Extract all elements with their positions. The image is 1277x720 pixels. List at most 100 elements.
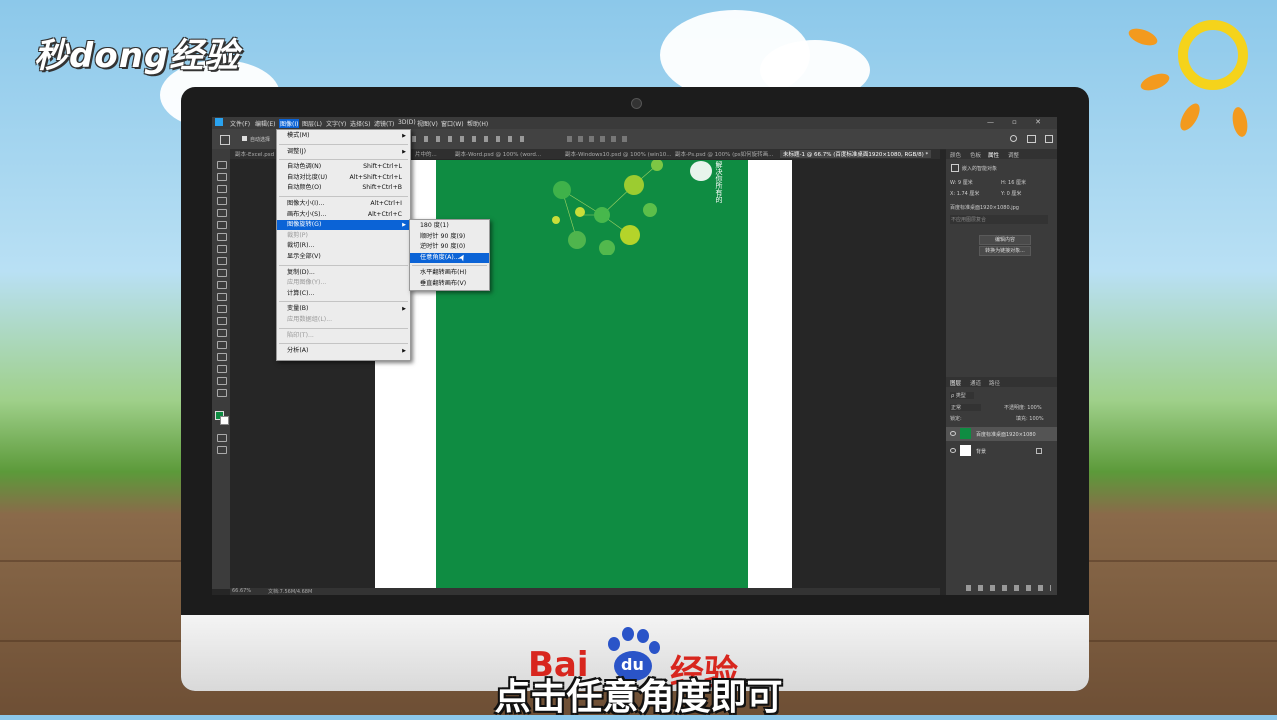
auto-select-checkbox[interactable]: [242, 136, 247, 141]
share-icon[interactable]: [1045, 135, 1053, 143]
image-menu-item[interactable]: 图像大小(I)... Alt+Ctrl+I: [277, 199, 410, 209]
image-menu-item[interactable]: 自动对比度(U) Alt+Shift+Ctrl+L: [277, 173, 410, 183]
menu-separator: [279, 301, 408, 303]
image-menu-item[interactable]: 画布大小(S)... Alt+Ctrl+C: [277, 210, 410, 220]
crop-tool-icon[interactable]: [217, 209, 227, 217]
menu-item-label: 图像大小(I)...: [287, 200, 325, 207]
image-menu-item[interactable]: 调整(J) ▶: [277, 147, 410, 157]
window-controls[interactable]: — ▫ ✕: [987, 118, 1049, 126]
layer-row-wallpaper[interactable]: 百度标准桌面1920×1080: [946, 427, 1057, 441]
tab-swatches[interactable]: 色板: [970, 151, 981, 159]
image-menu-item[interactable]: 变量(B) ▶: [277, 304, 410, 314]
menu-separator: [279, 143, 408, 145]
menu-item-label: 复制(D)...: [287, 268, 315, 276]
blur-tool-icon[interactable]: [217, 305, 227, 313]
quick-mask-icon[interactable]: [217, 434, 227, 442]
gradient-tool-icon[interactable]: [217, 293, 227, 301]
rotate-submenu-item[interactable]: 顺时针 90 度(9): [410, 232, 489, 242]
image-menu-item[interactable]: 复制(D)...: [277, 268, 410, 278]
image-menu-item[interactable]: 显示全部(V): [277, 252, 410, 262]
layers-footer-icons[interactable]: [966, 585, 1051, 591]
tab-properties[interactable]: 属性: [988, 151, 999, 159]
path-select-tool-icon[interactable]: [217, 353, 227, 361]
edit-contents-button[interactable]: 编辑内容: [979, 235, 1031, 245]
healing-tool-icon[interactable]: [217, 233, 227, 241]
image-menu-item[interactable]: 模式(M) ▶: [277, 131, 410, 141]
smart-object-icon: [951, 164, 959, 172]
move-tool-icon[interactable]: [217, 161, 227, 169]
image-menu-item: 应用图像(Y)...: [277, 278, 410, 288]
menu-layer[interactable]: 图层(L): [302, 119, 322, 128]
menu-window[interactable]: 窗口(W): [441, 119, 464, 128]
search-icon[interactable]: [1010, 135, 1017, 142]
submenu-arrow-icon: ▶: [402, 222, 406, 229]
eye-icon[interactable]: [950, 431, 956, 436]
move-tool-icon[interactable]: [220, 135, 230, 145]
menu-select[interactable]: 选择(S): [350, 119, 371, 128]
lasso-tool-icon[interactable]: [217, 185, 227, 193]
image-menu-item[interactable]: 分析(A) ▶: [277, 346, 410, 356]
image-menu-item[interactable]: 自动颜色(O) Shift+Ctrl+B: [277, 183, 410, 193]
layer-comp-select[interactable]: 不应用图层复合: [950, 215, 1048, 224]
blend-mode-select[interactable]: 正常: [950, 404, 982, 411]
align-icons[interactable]: [412, 136, 532, 142]
height-field[interactable]: H: 16 厘米: [1001, 179, 1026, 186]
width-field[interactable]: W: 9 厘米: [950, 179, 973, 186]
eye-icon[interactable]: [950, 448, 956, 453]
tab-channels[interactable]: 通道: [970, 379, 981, 387]
doc-size: 文档:7.56M/4.68M: [268, 589, 313, 595]
tab-adjustments[interactable]: 调整: [1008, 151, 1019, 159]
tab-windows10[interactable]: 副本-Windows10.psd @ 100% (win10...: [565, 150, 672, 158]
eraser-tool-icon[interactable]: [217, 281, 227, 289]
marquee-tool-icon[interactable]: [217, 173, 227, 181]
menu-help[interactable]: 帮助(H): [467, 119, 488, 128]
convert-linked-button[interactable]: 转换为链接对象...: [979, 246, 1031, 256]
menu-filter[interactable]: 滤镜(T): [374, 119, 394, 128]
rotate-submenu-item[interactable]: 逆时针 90 度(0): [410, 242, 489, 252]
rotate-submenu-item[interactable]: 180 度(1): [410, 221, 489, 231]
background-color-swatch[interactable]: [220, 416, 229, 425]
x-field[interactable]: X: 1.74 厘米: [950, 190, 979, 197]
menu-3d[interactable]: 3D(D): [398, 119, 416, 126]
stamp-tool-icon[interactable]: [217, 257, 227, 265]
history-brush-tool-icon[interactable]: [217, 269, 227, 277]
type-tool-icon[interactable]: [217, 341, 227, 349]
menu-view[interactable]: 视图(V): [417, 119, 438, 128]
layer-filter[interactable]: ρ 类型: [950, 392, 974, 399]
pen-tool-icon[interactable]: [217, 329, 227, 337]
y-field[interactable]: Y: 0 厘米: [1001, 190, 1021, 197]
workspace-icon[interactable]: [1027, 135, 1036, 143]
layer-row-background[interactable]: 背景: [946, 444, 1057, 458]
tab-excel[interactable]: 副本-Excel.psd ...: [235, 150, 281, 158]
tab-layers[interactable]: 图层: [950, 379, 961, 387]
image-menu-item[interactable]: 裁切(R)...: [277, 241, 410, 251]
tab-pic[interactable]: 片中的...: [415, 150, 437, 158]
hand-tool-icon[interactable]: [217, 377, 227, 385]
tab-active-untitled[interactable]: 未标题-1 @ 66.7% (百度标准桌面1920×1080, RGB/8) *: [780, 150, 932, 158]
quick-select-tool-icon[interactable]: [217, 197, 227, 205]
image-menu-item[interactable]: 自动色调(N) Shift+Ctrl+L: [277, 162, 410, 172]
zoom-level[interactable]: 66.67%: [232, 588, 251, 594]
zoom-tool-icon[interactable]: [217, 389, 227, 397]
rotate-submenu-item[interactable]: 水平翻转画布(H): [410, 268, 489, 278]
rotate-submenu-item[interactable]: 垂直翻转画布(V): [410, 279, 489, 289]
opacity-field[interactable]: 不透明度: 100%: [1004, 404, 1042, 411]
tab-word[interactable]: 副本-Word.psd @ 100% (word...: [455, 150, 541, 158]
tab-paths[interactable]: 路径: [989, 379, 1000, 387]
menu-image[interactable]: 图像(I): [279, 119, 300, 128]
screen-mode-icon[interactable]: [217, 446, 227, 454]
shape-tool-icon[interactable]: [217, 365, 227, 373]
menu-type[interactable]: 文字(Y): [326, 119, 346, 128]
eyedropper-tool-icon[interactable]: [217, 221, 227, 229]
tab-ps[interactable]: 副本-Ps.psd @ 100% (ps如何旋转画...: [675, 150, 773, 158]
menu-file[interactable]: 文件(F): [230, 119, 250, 128]
image-menu-item[interactable]: 图像旋转(G) ▶: [277, 220, 410, 231]
fill-field[interactable]: 填充: 100%: [1016, 415, 1044, 422]
dodge-tool-icon[interactable]: [217, 317, 227, 325]
menu-edit[interactable]: 编辑(E): [255, 119, 275, 128]
tab-color[interactable]: 颜色: [950, 151, 961, 159]
distribute-icons[interactable]: [567, 136, 627, 142]
image-menu-item[interactable]: 计算(C)...: [277, 289, 410, 299]
brush-tool-icon[interactable]: [217, 245, 227, 253]
rotate-submenu-item[interactable]: 任意角度(A)...: [410, 252, 489, 263]
